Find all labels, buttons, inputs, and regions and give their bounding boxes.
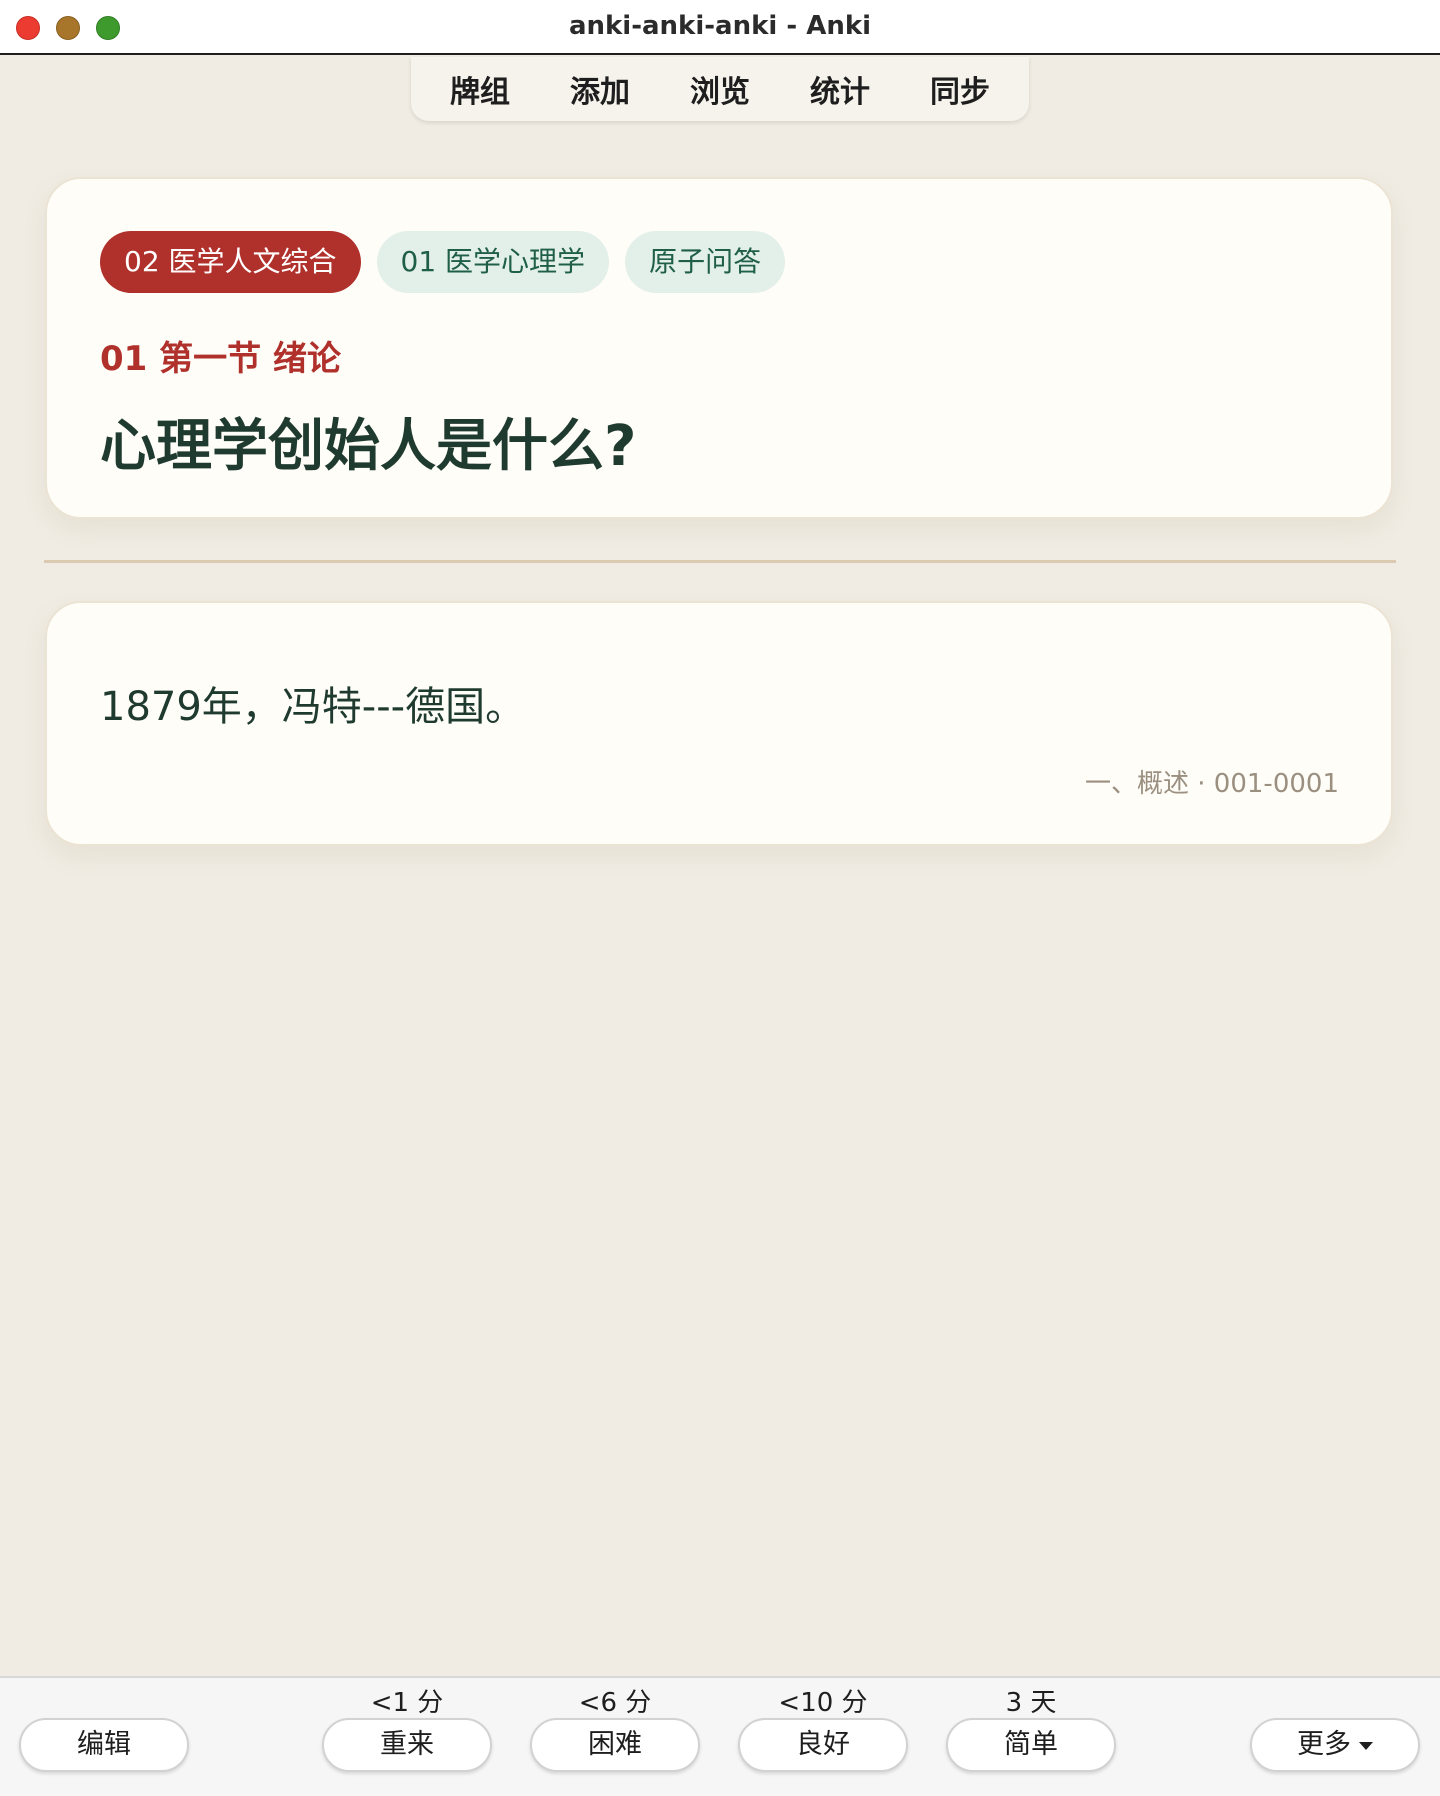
toolbar-decks[interactable]: 牌组 (420, 67, 540, 111)
review-bottom-bar: 编辑 <1 分 重来 <6 分 困难 <10 分 良好 3 天 简单 更多 (0, 1676, 1440, 1796)
toolbar-add[interactable]: 添加 (540, 67, 660, 111)
again-interval: <1 分 (370, 1688, 444, 1718)
easy-button[interactable]: 简单 (946, 1718, 1116, 1772)
anki-window: anki-anki-anki - Anki 牌组 添加 浏览 统计 同步 02 … (0, 0, 1440, 1796)
more-button[interactable]: 更多 (1250, 1718, 1420, 1772)
good-button[interactable]: 良好 (738, 1718, 908, 1772)
easy-interval: 3 天 (1005, 1688, 1057, 1718)
window-title: anki-anki-anki - Anki (568, 11, 872, 41)
question-card: 02 医学人文综合 01 医学心理学 原子问答 01 第一节 绪论 心理学创始人… (45, 177, 1393, 519)
main-toolbar: 牌组 添加 浏览 统计 同步 (411, 57, 1029, 121)
title-bar: anki-anki-anki - Anki (0, 0, 1440, 55)
tag-chip: 原子问答 (625, 231, 786, 293)
tag-chip: 02 医学人文综合 (100, 231, 361, 293)
hard-interval: <6 分 (578, 1688, 652, 1718)
again-button[interactable]: 重来 (322, 1718, 492, 1772)
good-interval: <10 分 (778, 1688, 868, 1718)
section-title: 01 第一节 绪论 (100, 339, 341, 379)
more-button-label: 更多 (1297, 1729, 1351, 1760)
hard-button[interactable]: 困难 (530, 1718, 700, 1772)
toolbar-sync[interactable]: 同步 (900, 67, 1020, 111)
answer-divider (44, 560, 1396, 563)
answer-text: 1879年，冯特---德国。 (100, 684, 526, 730)
tag-list: 02 医学人文综合 01 医学心理学 原子问答 (100, 231, 786, 293)
tag-chip: 01 医学心理学 (376, 231, 610, 293)
answer-card: 1879年，冯特---德国。 一、概述 · 001-0001 (45, 601, 1393, 846)
toolbar-stats[interactable]: 统计 (780, 67, 900, 111)
card-source: 一、概述 · 001-0001 (1085, 769, 1339, 799)
caret-down-icon (1359, 1741, 1373, 1750)
edit-button[interactable]: 编辑 (19, 1718, 189, 1772)
toolbar-browse[interactable]: 浏览 (660, 67, 780, 111)
question-text: 心理学创始人是什么? (100, 414, 637, 479)
